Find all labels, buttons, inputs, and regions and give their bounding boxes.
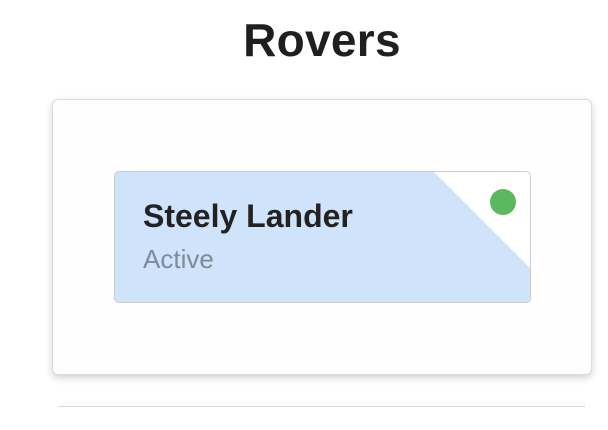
status-dot-icon (490, 189, 516, 215)
rovers-panel: Steely Lander Active (52, 99, 592, 375)
divider (58, 406, 585, 407)
rover-card[interactable]: Steely Lander Active (114, 171, 531, 303)
rover-name: Steely Lander (143, 198, 353, 234)
page-title: Rovers (243, 14, 401, 66)
card-corner-flag (434, 172, 530, 268)
rover-status: Active (143, 244, 214, 274)
rovers-page: Rovers Steely Lander Active (0, 0, 608, 430)
